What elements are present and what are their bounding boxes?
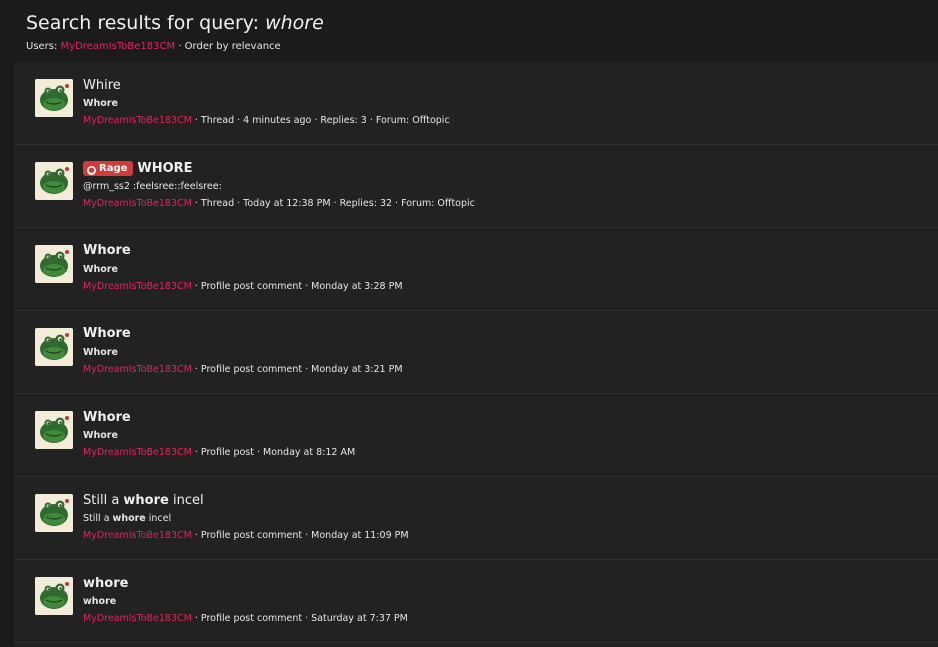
snippet-text: incel — [145, 513, 172, 524]
result-snippet: Whore — [83, 347, 118, 358]
title-text: Still a — [83, 493, 124, 508]
green-frog-avatar-icon[interactable] — [35, 245, 73, 283]
result-item: Whore Whore MyDreamIsToBe183CM · Profile… — [14, 228, 938, 311]
result-item: ● Rage WHORE @rrm_ss2 :feelsree::feelsree:… — [14, 145, 938, 228]
author-link[interactable]: MyDreamIsToBe183CM — [83, 530, 192, 541]
results-list: Whire Whore MyDreamIsToBe183CM · Thread … — [14, 62, 938, 647]
meta-text: · Thread · Today at 12:38 PM · Replies: … — [191, 198, 475, 209]
green-frog-avatar-icon[interactable] — [35, 162, 73, 200]
result-title-link[interactable]: WHORE — [137, 161, 192, 176]
badge-label: Rage — [99, 163, 128, 174]
result-snippet: Whore — [83, 98, 118, 109]
search-header: Search results for query: whore Users: M… — [26, 11, 324, 52]
title-text: incel — [168, 493, 204, 508]
author-link[interactable]: MyDreamIsToBe183CM — [83, 613, 192, 624]
result-title: ● Rage WHORE — [83, 161, 193, 176]
result-meta: MyDreamIsToBe183CM · Thread · 4 minutes … — [83, 115, 450, 126]
result-meta: MyDreamIsToBe183CM · Profile post · Mond… — [83, 447, 355, 458]
meta-text: · Profile post comment · Monday at 3:21 … — [191, 364, 403, 375]
meta-text: · Thread · 4 minutes ago · Replies: 3 · … — [191, 115, 450, 126]
result-meta: MyDreamIsToBe183CM · Profile post commen… — [83, 613, 408, 624]
result-meta: MyDreamIsToBe183CM · Profile post commen… — [83, 281, 403, 292]
result-snippet: whore — [83, 596, 117, 607]
snippet-text: Still a — [83, 513, 113, 524]
result-title-link[interactable]: Whore — [83, 326, 131, 341]
prefix-badge[interactable]: ● Rage — [83, 161, 134, 176]
result-title-link[interactable]: Whore — [83, 243, 131, 258]
result-meta: MyDreamIsToBe183CM · Profile post commen… — [83, 364, 403, 375]
search-query: whore — [265, 12, 324, 34]
result-item: Whore Whore MyDreamIsToBe183CM · Profile… — [14, 394, 938, 477]
title-match: whore — [123, 493, 169, 508]
snippet-match: whore — [112, 513, 146, 524]
page-title: Search results for query: whore — [26, 11, 324, 35]
result-snippet: Whore — [83, 430, 118, 441]
result-snippet: Still a whore incel — [83, 513, 171, 524]
result-snippet: Whore — [83, 264, 118, 275]
result-item: Whire Whore MyDreamIsToBe183CM · Thread … — [14, 62, 938, 145]
green-frog-avatar-icon[interactable] — [35, 328, 73, 366]
author-link[interactable]: MyDreamIsToBe183CM — [83, 198, 192, 209]
meta-text: · Profile post comment · Monday at 11:09… — [191, 530, 409, 541]
user-filter-link[interactable]: MyDreamIsToBe183CM — [61, 41, 176, 52]
result-item: Still a whore incel Still a whore incel … — [14, 477, 938, 560]
meta-text: · Profile post · Monday at 8:12 AM — [191, 447, 356, 458]
result-title-link[interactable]: Still a whore incel — [83, 493, 204, 508]
green-frog-avatar-icon[interactable] — [35, 79, 73, 117]
search-results-page: Search results for query: whore Users: M… — [0, 0, 938, 647]
author-link[interactable]: MyDreamIsToBe183CM — [83, 364, 192, 375]
result-item: Whore Whore MyDreamIsToBe183CM · Profile… — [14, 311, 938, 394]
result-title-link[interactable]: Whire — [83, 78, 121, 93]
result-meta: MyDreamIsToBe183CM · Profile post commen… — [83, 530, 409, 541]
author-link[interactable]: MyDreamIsToBe183CM — [83, 447, 192, 458]
angry-face-icon: ● — [87, 166, 96, 175]
order-label: · Order by relevance — [175, 41, 281, 52]
green-frog-avatar-icon[interactable] — [35, 577, 73, 615]
result-title-link[interactable]: whore — [83, 576, 128, 591]
title-prefix: Search results for query: — [26, 12, 266, 34]
users-label: Users: — [26, 41, 61, 52]
result-meta: MyDreamIsToBe183CM · Thread · Today at 1… — [83, 198, 475, 209]
search-filter-line: Users: MyDreamIsToBe183CM · Order by rel… — [26, 41, 324, 52]
meta-text: · Profile post comment · Monday at 3:28 … — [191, 281, 403, 292]
result-item: whore whore MyDreamIsToBe183CM · Profile… — [14, 560, 938, 643]
meta-text: · Profile post comment · Saturday at 7:3… — [191, 613, 408, 624]
green-frog-avatar-icon[interactable] — [35, 494, 73, 532]
author-link[interactable]: MyDreamIsToBe183CM — [83, 281, 192, 292]
author-link[interactable]: MyDreamIsToBe183CM — [83, 115, 192, 126]
result-snippet: @rrm_ss2 :feelsree::feelsree: — [83, 181, 222, 192]
result-title-link[interactable]: Whore — [83, 410, 131, 425]
green-frog-avatar-icon[interactable] — [35, 411, 73, 449]
